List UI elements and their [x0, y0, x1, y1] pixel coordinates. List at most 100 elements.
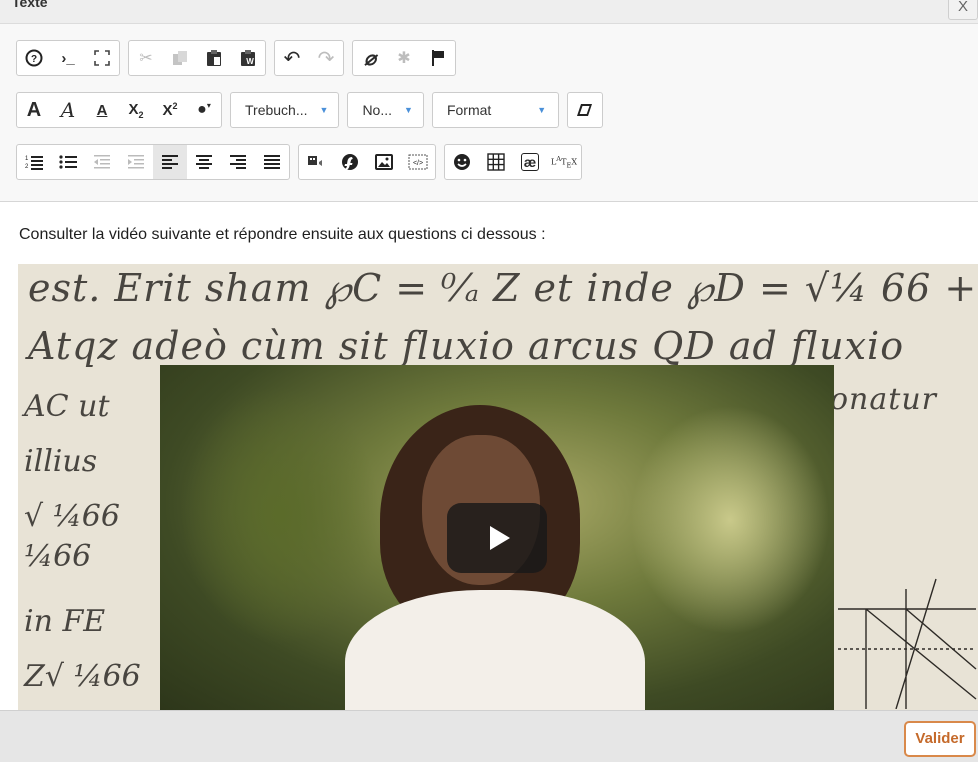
chevron-down-icon: ▼ [537, 105, 547, 115]
smiley-button[interactable] [445, 145, 479, 179]
bold-button[interactable]: A [17, 93, 51, 127]
text-color-icon: ●▾ [197, 101, 211, 118]
embed-button[interactable]: </> [401, 145, 435, 179]
align-left-icon [162, 155, 178, 169]
image-icon [375, 154, 393, 170]
undo-button[interactable]: ↶ [275, 41, 309, 75]
outdent-button[interactable] [85, 145, 119, 179]
chevron-down-icon: ▼ [404, 105, 413, 115]
toolbar-group-formatting: A A A X2 X2 ●▾ [16, 92, 222, 128]
toolbar-group-history: ↶ ↷ [274, 40, 344, 76]
latex-button[interactable]: LATEX [547, 145, 581, 179]
play-button[interactable] [447, 503, 547, 573]
bold-icon: A [26, 98, 42, 121]
play-icon [490, 526, 510, 550]
dialog-titlebar: Texte X [0, 0, 978, 24]
editor-dialog: Texte X ? ›_ ✂ W ↶ ↷ ⌀ ✱ A A A X2 X2 ●▾ … [0, 0, 978, 762]
eraser-icon [577, 104, 593, 116]
instruction-text: Consulter la vidéo suivante et répondre … [19, 226, 546, 243]
redo-button[interactable]: ↷ [309, 41, 343, 75]
video-player[interactable] [160, 365, 834, 710]
numbered-list-button[interactable]: 12 [17, 145, 51, 179]
image-button[interactable] [367, 145, 401, 179]
bulleted-list-button[interactable] [51, 145, 85, 179]
unlink-icon: ⌀ [363, 47, 377, 70]
remove-format-button[interactable] [568, 93, 602, 127]
copy-icon [173, 51, 187, 65]
special-char-icon: æ [520, 153, 540, 171]
paste-word-icon: W [241, 50, 255, 66]
flag-button[interactable] [421, 41, 455, 75]
superscript-button[interactable]: X2 [153, 93, 187, 127]
cut-icon: ✂ [139, 50, 153, 67]
align-right-icon [230, 155, 246, 169]
superscript-icon: X2 [162, 101, 178, 119]
validate-button[interactable]: Valider [904, 721, 976, 757]
indent-button[interactable] [119, 145, 153, 179]
svg-text:W: W [246, 57, 254, 66]
underline-icon: A [96, 101, 108, 119]
editor-toolbar: ? ›_ ✂ W ↶ ↷ ⌀ ✱ A A A X2 X2 ●▾ Trebuch.… [0, 24, 978, 202]
text-color-button[interactable]: ●▾ [187, 93, 221, 127]
svg-text:</>: </> [413, 160, 423, 167]
maximize-button[interactable] [85, 41, 119, 75]
justify-button[interactable] [255, 145, 289, 179]
source-code-icon: ›_ [61, 49, 75, 67]
presenter-body [345, 590, 645, 710]
redo-icon: ↷ [317, 47, 335, 70]
paste-button[interactable] [197, 41, 231, 75]
justify-icon [264, 155, 280, 169]
toolbar-group-tools: ? ›_ [16, 40, 120, 76]
toolbar-group-links: ⌀ ✱ [352, 40, 456, 76]
help-circle-icon: ? [25, 49, 43, 67]
cut-button[interactable]: ✂ [129, 41, 163, 75]
bulleted-list-icon [59, 155, 77, 169]
dialog-title: Texte [12, 0, 48, 10]
format-value: Format [446, 102, 492, 118]
toolbar-group-paragraph: 12 [16, 144, 290, 180]
toolbar-row-2: A A A X2 X2 ●▾ Trebuch... ▼ No... ▼ Form… [16, 92, 611, 128]
italic-button[interactable]: A [51, 93, 85, 127]
subscript-button[interactable]: X2 [119, 93, 153, 127]
media-button[interactable] [299, 145, 333, 179]
align-right-button[interactable] [221, 145, 255, 179]
svg-text:1: 1 [25, 156, 29, 162]
toolbar-group-clipboard: ✂ W [128, 40, 266, 76]
paste-icon [207, 50, 221, 66]
toolbar-row-3: 12 </> æ LATEX [16, 144, 590, 180]
align-left-button[interactable] [153, 145, 187, 179]
paste-word-button[interactable]: W [231, 41, 265, 75]
indent-icon [128, 155, 144, 169]
align-center-button[interactable] [187, 145, 221, 179]
help-button[interactable]: ? [17, 41, 51, 75]
table-button[interactable] [479, 145, 513, 179]
numbered-list-icon: 12 [25, 156, 43, 170]
font-size-value: No... [362, 102, 393, 118]
embed-icon: </> [408, 154, 428, 170]
format-select[interactable]: Format ▼ [431, 92, 560, 128]
svg-text:?: ? [31, 54, 37, 65]
source-button[interactable]: ›_ [51, 41, 85, 75]
toolbar-group-clear [567, 92, 604, 128]
toolbar-group-extras: æ LATEX [444, 144, 582, 180]
toolbar-group-insert: </> [298, 144, 436, 180]
close-button[interactable]: X [948, 0, 978, 20]
flag-icon [432, 50, 444, 66]
flash-button[interactable] [333, 145, 367, 179]
font-family-value: Trebuch... [245, 102, 308, 118]
special-char-button[interactable]: æ [513, 145, 547, 179]
geometry-diagram [838, 578, 977, 709]
anchor-button[interactable]: ✱ [387, 41, 421, 75]
table-icon [487, 153, 505, 171]
unlink-button[interactable]: ⌀ [353, 41, 387, 75]
font-size-select[interactable]: No... ▼ [347, 92, 424, 128]
underline-button[interactable]: A [85, 93, 119, 127]
media-icon [308, 156, 322, 166]
flash-icon [342, 154, 358, 170]
latex-icon: LATEX [550, 154, 578, 170]
maximize-icon [94, 50, 110, 66]
copy-button[interactable] [163, 41, 197, 75]
font-family-select[interactable]: Trebuch... ▼ [230, 92, 340, 128]
chevron-down-icon: ▼ [319, 105, 329, 115]
align-center-icon [196, 155, 212, 169]
